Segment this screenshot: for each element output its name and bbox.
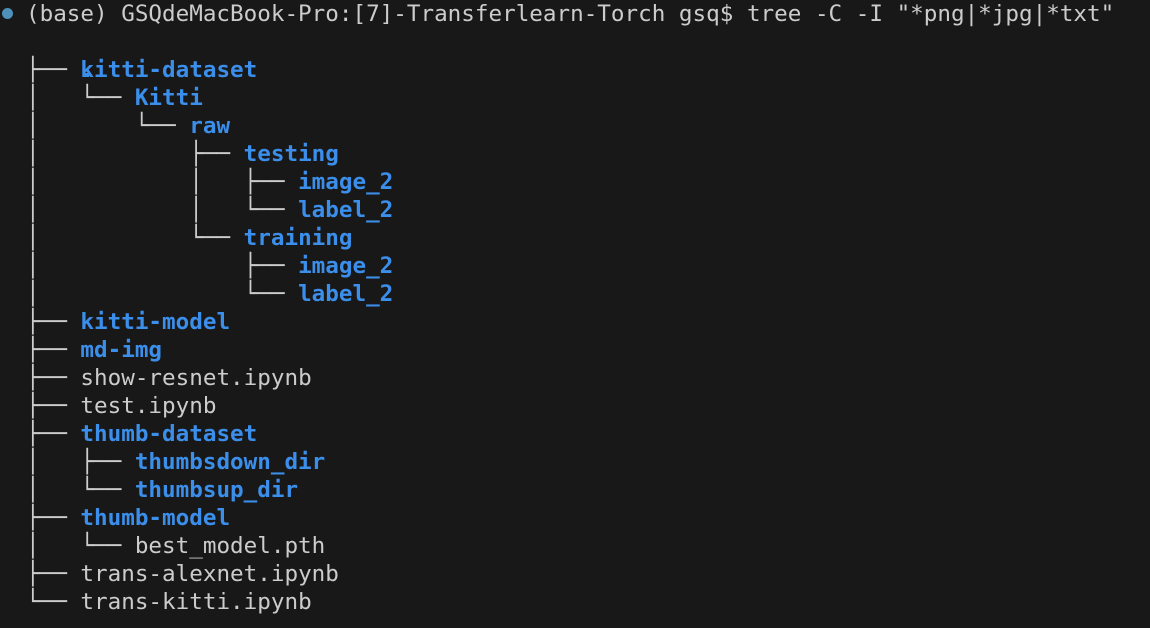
tree-branch: │ └── xyxy=(26,281,299,307)
tree-branch: │ │ ├── xyxy=(26,169,299,195)
tree-entry: ├── md-img xyxy=(26,336,162,364)
tree-branch: ├── xyxy=(26,421,81,447)
tree-entry: │ └── training xyxy=(26,224,352,252)
tree-entry: │ │ ├── image_2 xyxy=(26,168,393,196)
shell-command: tree -C -I "*png|*jpg|*txt" xyxy=(746,1,1115,27)
tree-entry: ├── trans-alexnet.ipynb xyxy=(26,560,339,588)
tree-root-line: . xyxy=(26,28,94,83)
tree-branch: ├── xyxy=(26,365,81,391)
tree-entry: ├── kitti-model xyxy=(26,308,230,336)
terminal-window[interactable]: (base) GSQdeMacBook-Pro:[7]-Transferlear… xyxy=(0,0,1150,628)
file-name: trans-alexnet.ipynb xyxy=(80,561,339,587)
tree-branch: │ ├── xyxy=(26,449,135,475)
tree-branch: │ └── xyxy=(26,477,135,503)
tree-branch: ├── xyxy=(26,561,81,587)
tree-entry: │ └── best_model.pth xyxy=(26,532,325,560)
tree-branch: │ │ └── xyxy=(26,197,299,223)
file-name: trans-kitti.ipynb xyxy=(80,589,312,615)
tree-entry: │ └── label_2 xyxy=(26,280,393,308)
command-line: (base) GSQdeMacBook-Pro:[7]-Transferlear… xyxy=(0,0,1114,28)
tree-entry: │ │ └── label_2 xyxy=(26,196,393,224)
tree-entry: ├── test.ipynb xyxy=(26,392,216,420)
tree-branch: │ └── xyxy=(26,113,190,139)
tree-branch: ├── xyxy=(26,309,81,335)
tree-branch: └── xyxy=(26,589,81,615)
directory-name: kitti-model xyxy=(80,309,231,335)
command-text: (base) GSQdeMacBook-Pro:[7]-Transferlear… xyxy=(26,0,1114,28)
tree-branch: │ ├── xyxy=(26,253,299,279)
tree-branch: │ ├── xyxy=(26,141,244,167)
tree-entry: │ ├── image_2 xyxy=(26,252,393,280)
tree-branch: │ └── xyxy=(26,533,135,559)
file-name: show-resnet.ipynb xyxy=(80,365,312,391)
directory-name: raw xyxy=(189,113,231,139)
directory-name: training xyxy=(243,225,353,251)
tree-entry: │ ├── thumbsdown_dir xyxy=(26,448,325,476)
tree-branch: ├── xyxy=(26,337,81,363)
tree-branch: ├── xyxy=(26,393,81,419)
tree-entry: └── trans-kitti.ipynb xyxy=(26,588,312,616)
tree-branch: ├── xyxy=(26,505,81,531)
tree-branch: │ └── xyxy=(26,85,135,111)
file-name: test.ipynb xyxy=(80,393,217,419)
directory-name: thumbsup_dir xyxy=(134,477,299,503)
tree-entry: │ └── Kitti xyxy=(26,84,203,112)
tree-branch: │ └── xyxy=(26,225,244,251)
directory-name: thumb-dataset xyxy=(80,421,258,447)
command-status-icon xyxy=(2,8,13,19)
directory-name: label_2 xyxy=(298,281,394,307)
shell-prompt: (base) GSQdeMacBook-Pro:[7]-Transferlear… xyxy=(26,1,747,27)
directory-name: testing xyxy=(243,141,339,167)
directory-name: image_2 xyxy=(298,169,394,195)
tree-entry: │ └── raw xyxy=(26,112,230,140)
directory-name: kitti-dataset xyxy=(80,57,258,83)
tree-entry: │ ├── testing xyxy=(26,140,339,168)
directory-name: Kitti xyxy=(134,85,203,111)
tree-entry: ├── show-resnet.ipynb xyxy=(26,364,312,392)
directory-name: label_2 xyxy=(298,197,394,223)
tree-branch: ├── xyxy=(26,57,81,83)
directory-name: image_2 xyxy=(298,253,394,279)
directory-name: md-img xyxy=(80,337,163,363)
directory-name: thumb-model xyxy=(80,505,231,531)
tree-entry: ├── thumb-dataset xyxy=(26,420,257,448)
file-name: best_model.pth xyxy=(134,533,326,559)
directory-name: thumbsdown_dir xyxy=(134,449,326,475)
tree-entry: ├── kitti-dataset xyxy=(26,56,257,84)
tree-entry: │ └── thumbsup_dir xyxy=(26,476,298,504)
tree-entry: ├── thumb-model xyxy=(26,504,230,532)
